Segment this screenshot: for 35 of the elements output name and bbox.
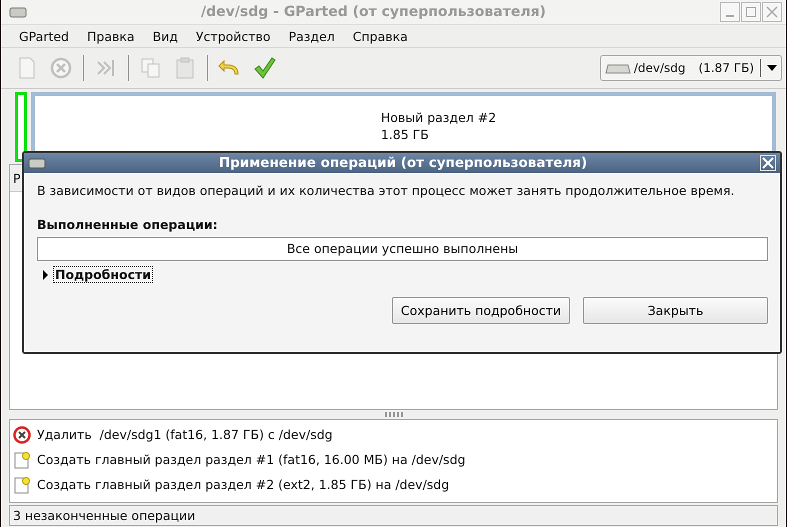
partition-name: Новый раздел #2 (380, 110, 496, 125)
operation-text: Удалить /dev/sdg1 (fat16, 1.87 ГБ) с /dev/sdg (37, 427, 333, 442)
result-field: Все операции успешно выполнены (37, 237, 768, 261)
menu-item[interactable]: GParted (19, 28, 69, 44)
minimize-icon (726, 15, 734, 17)
maximize-button[interactable] (741, 2, 761, 22)
section-heading: Выполненные операции: (37, 217, 219, 232)
dialog-button[interactable]: Сохранить подробности (392, 297, 570, 324)
partition-block[interactable] (15, 92, 27, 162)
close-icon (766, 6, 778, 18)
partition-size: 1.85 ГБ (380, 127, 430, 142)
status-text: 3 незаконченные операции (9, 504, 778, 526)
menu-item[interactable]: Справка (352, 28, 408, 44)
menu-item[interactable]: Правка (87, 28, 135, 44)
new-document-icon (13, 450, 31, 468)
checkmark-icon[interactable] (252, 56, 276, 80)
menu-item[interactable]: Устройство (196, 28, 271, 44)
maximize-icon (745, 6, 757, 18)
operation-text: Создать главный раздел раздел #2 (ext2, 1.85 ГБ) на /dev/sdg (37, 477, 450, 492)
expander-icon[interactable] (41, 270, 49, 280)
dropdown-arrow-icon (767, 64, 777, 72)
new-document-icon (13, 476, 31, 494)
message-text: В зависимости от видов операций и их количества этот процесс может занять продолжительное время. (37, 183, 736, 198)
operation-text: Создать главный раздел раздел #1 (fat16, 16.00 МБ) на /dev/sdg (37, 452, 466, 467)
column-header[interactable]: Р (10, 170, 21, 186)
minimize-button[interactable] (720, 2, 740, 22)
details-expander[interactable]: Подробности (53, 266, 154, 283)
delete-icon (13, 426, 31, 444)
window-title: /dev/sdg - GParted (от суперпользователя) (200, 4, 547, 20)
menu-item[interactable]: Вид (152, 28, 178, 44)
menu-item[interactable]: Раздел (288, 28, 335, 44)
dialog-button[interactable]: Закрыть (583, 297, 768, 324)
pane-handle[interactable] (384, 412, 402, 417)
close-button[interactable] (760, 155, 776, 171)
device-dropdown[interactable]: /dev/sdg (1.87 ГБ) (600, 55, 782, 81)
